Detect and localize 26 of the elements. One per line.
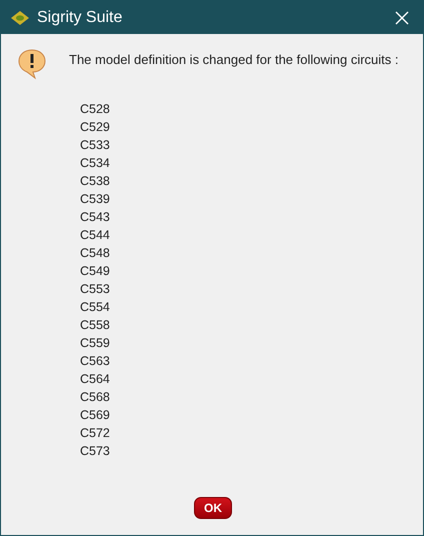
circuit-name: C568 <box>80 389 111 406</box>
circuit-name: C549 <box>80 263 111 280</box>
circuit-name: C553 <box>80 281 111 298</box>
close-icon <box>395 10 409 24</box>
circuit-name: C559 <box>80 335 111 352</box>
circuit-name: C529 <box>80 119 111 136</box>
message-text: The model definition is changed for the following circuits : <box>69 52 399 67</box>
circuit-name: C528 <box>80 101 111 118</box>
circuit-name: C543 <box>80 209 111 226</box>
circuit-name: C539 <box>80 191 111 208</box>
circuit-name: C569 <box>80 407 111 424</box>
circuit-name: C563 <box>80 353 111 370</box>
window-title: Sigrity Suite <box>37 8 124 26</box>
circuit-name: C573 <box>80 443 111 460</box>
circuit-name: C548 <box>80 245 111 262</box>
circuit-name: C564 <box>80 371 111 388</box>
app-logo-icon <box>11 10 29 24</box>
circuit-name: C572 <box>80 425 111 442</box>
circuit-name: C538 <box>80 173 111 190</box>
warning-icon <box>17 48 47 80</box>
circuit-name: C534 <box>80 155 111 172</box>
circuit-name: C533 <box>80 137 111 154</box>
circuit-name: C544 <box>80 227 111 244</box>
circuit-name: C558 <box>80 317 111 334</box>
ok-button[interactable]: OK <box>194 497 232 519</box>
circuit-name: C554 <box>80 299 111 316</box>
